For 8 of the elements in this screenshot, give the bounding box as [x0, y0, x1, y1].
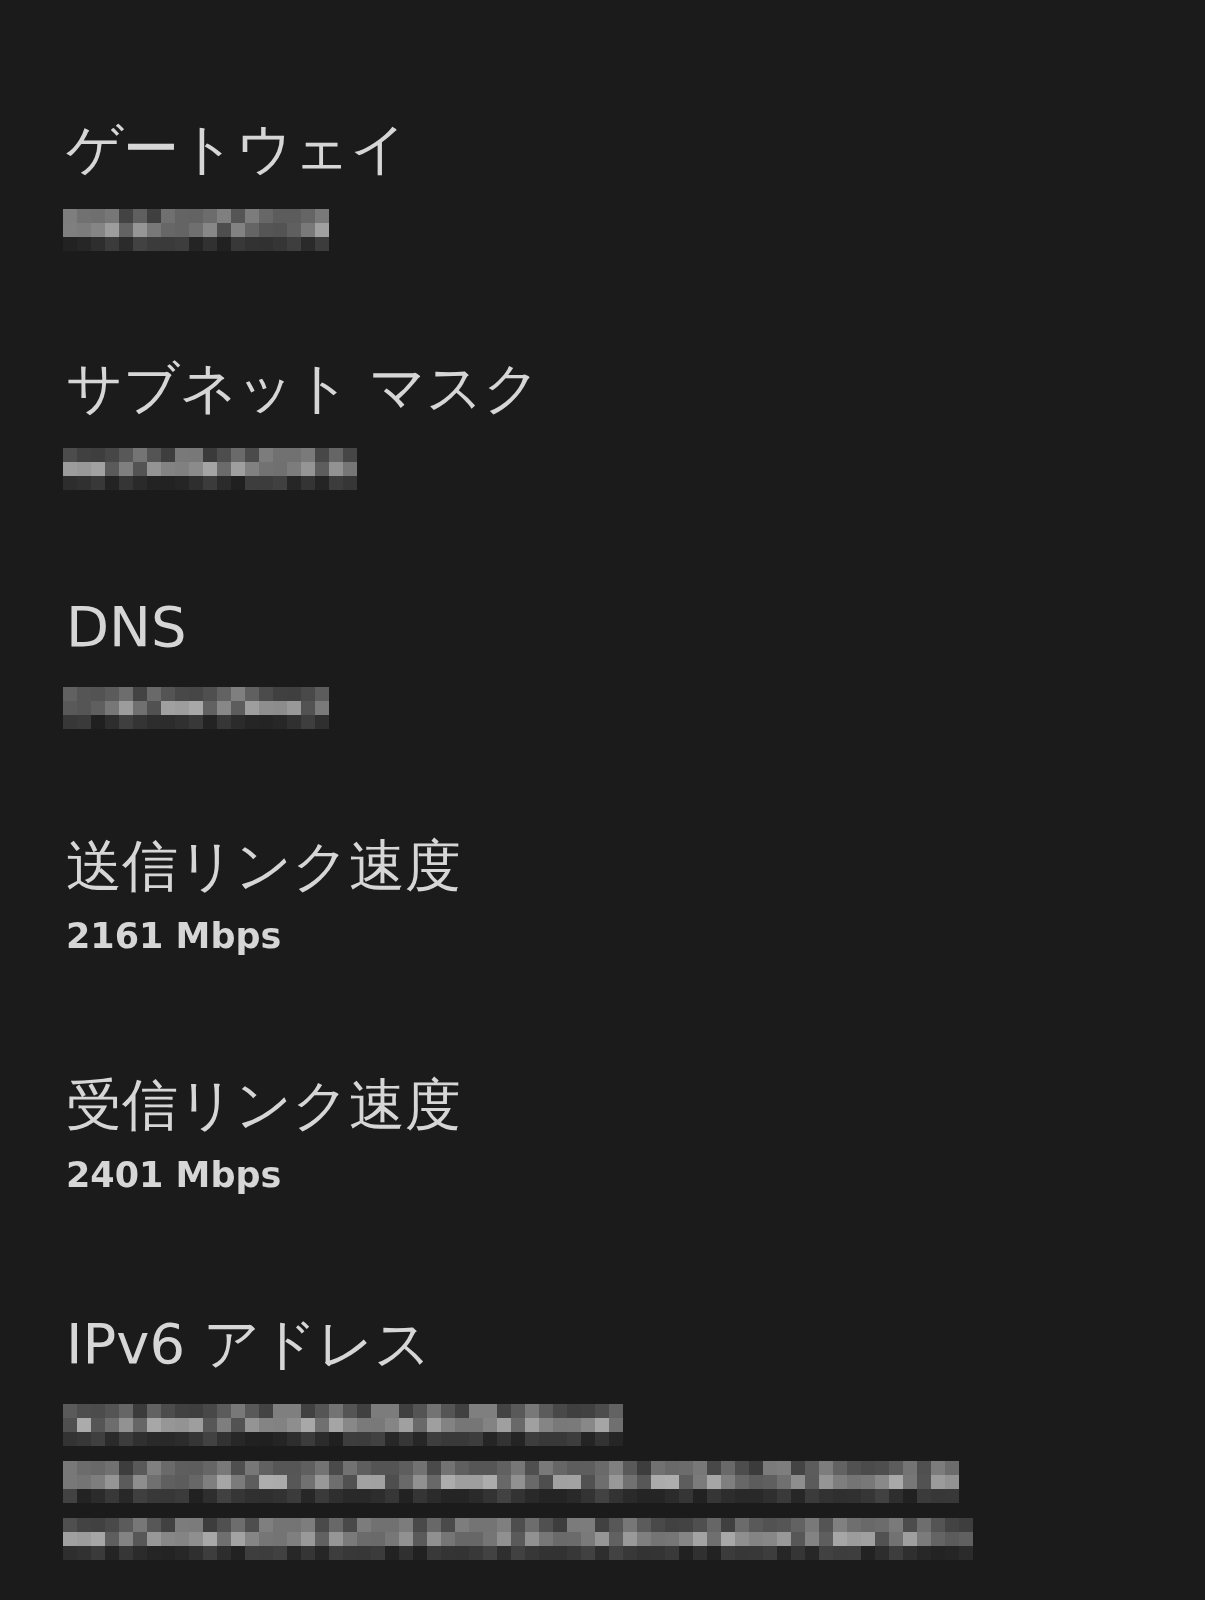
setting-label: ゲートウェイ	[66, 117, 407, 181]
setting-label: IPv6 アドレス	[66, 1312, 431, 1376]
setting-label: 受信リンク速度	[66, 1073, 461, 1137]
setting-value: 2401 Mbps	[66, 1154, 282, 1197]
setting-label: 送信リンク速度	[66, 834, 461, 898]
setting-label: サブネット マスク	[66, 356, 540, 420]
setting-label: DNS	[66, 595, 187, 659]
setting-value: 2161 Mbps	[66, 915, 282, 958]
